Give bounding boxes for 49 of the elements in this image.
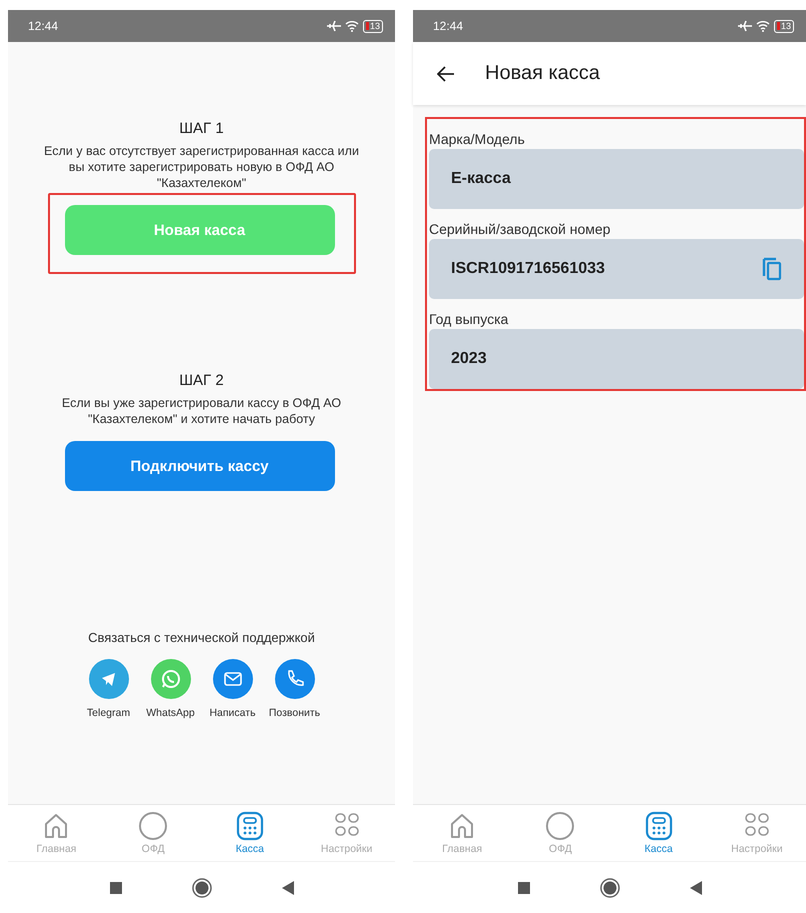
step-description: Если у вас отсутствует зарегистрированная касса или вы хотите зарегистрировать новую в ОФД АО "Казахтелеком" <box>43 143 360 191</box>
back-arrow-icon[interactable] <box>437 66 455 82</box>
copy-icon[interactable] <box>762 257 782 281</box>
field-value: ISCR1091716561033 <box>429 239 804 299</box>
register-icon <box>644 811 674 841</box>
field-value: Е-касса <box>429 149 804 209</box>
contact-label: Telegram <box>86 707 130 719</box>
wifi-icon <box>756 20 770 32</box>
home-button-icon[interactable] <box>192 878 212 898</box>
battery-indicator: 13 <box>362 20 383 32</box>
step-description: Если вы уже зарегистрировали кассу в ОФД АО "Казахтелеком" и хотите начать работу <box>60 395 342 427</box>
nav-tab[interactable]: Главная <box>8 805 105 861</box>
step-title: ШАГ 2 <box>179 372 224 389</box>
step-title: ШАГ 1 <box>179 120 224 137</box>
action-button[interactable]: Новая касса <box>64 205 334 255</box>
back-icon[interactable] <box>690 880 702 894</box>
nav-tab[interactable]: Касса <box>202 805 298 861</box>
support-title: Связаться с технической поддержкой <box>88 630 315 645</box>
nav-tab[interactable]: Настройки <box>708 805 806 861</box>
contact-label: WhatsApp <box>146 707 195 719</box>
home-button-icon[interactable] <box>600 878 620 898</box>
clock: 12:44 <box>28 19 58 33</box>
nav-tab[interactable]: Настройки <box>298 805 395 861</box>
action-button[interactable]: Подключить кассу <box>64 441 334 491</box>
contact-label: Позвонить <box>268 707 320 719</box>
wifi-icon <box>344 20 359 32</box>
register-icon <box>234 811 265 841</box>
nav-tab[interactable]: Касса <box>610 805 708 861</box>
nav-tab[interactable]: ОФД <box>104 805 202 861</box>
nav-tab[interactable]: Главная <box>413 805 512 861</box>
phone-icon[interactable] <box>274 659 314 699</box>
back-icon[interactable] <box>282 880 294 894</box>
airplane-icon <box>738 20 752 32</box>
contact-label: Написать <box>209 707 256 719</box>
field-label: Марка/Модель <box>429 131 526 147</box>
mail-icon[interactable] <box>212 659 252 699</box>
nav-tab[interactable]: ОФД <box>511 805 610 861</box>
recent-apps-icon[interactable] <box>110 882 122 894</box>
screen-title: Новая касса <box>485 62 600 85</box>
field-label: Серийный/заводской номер <box>429 221 612 237</box>
field-value: 2023 <box>429 329 804 389</box>
telegram-icon[interactable] <box>88 659 128 699</box>
circle-icon <box>138 811 168 841</box>
recent-apps-icon[interactable] <box>518 882 530 894</box>
circle-icon <box>545 811 576 841</box>
airplane-icon <box>326 20 341 32</box>
field-label: Год выпуска <box>429 311 510 327</box>
battery-indicator: 13 <box>774 20 794 32</box>
clock: 12:44 <box>433 19 464 33</box>
